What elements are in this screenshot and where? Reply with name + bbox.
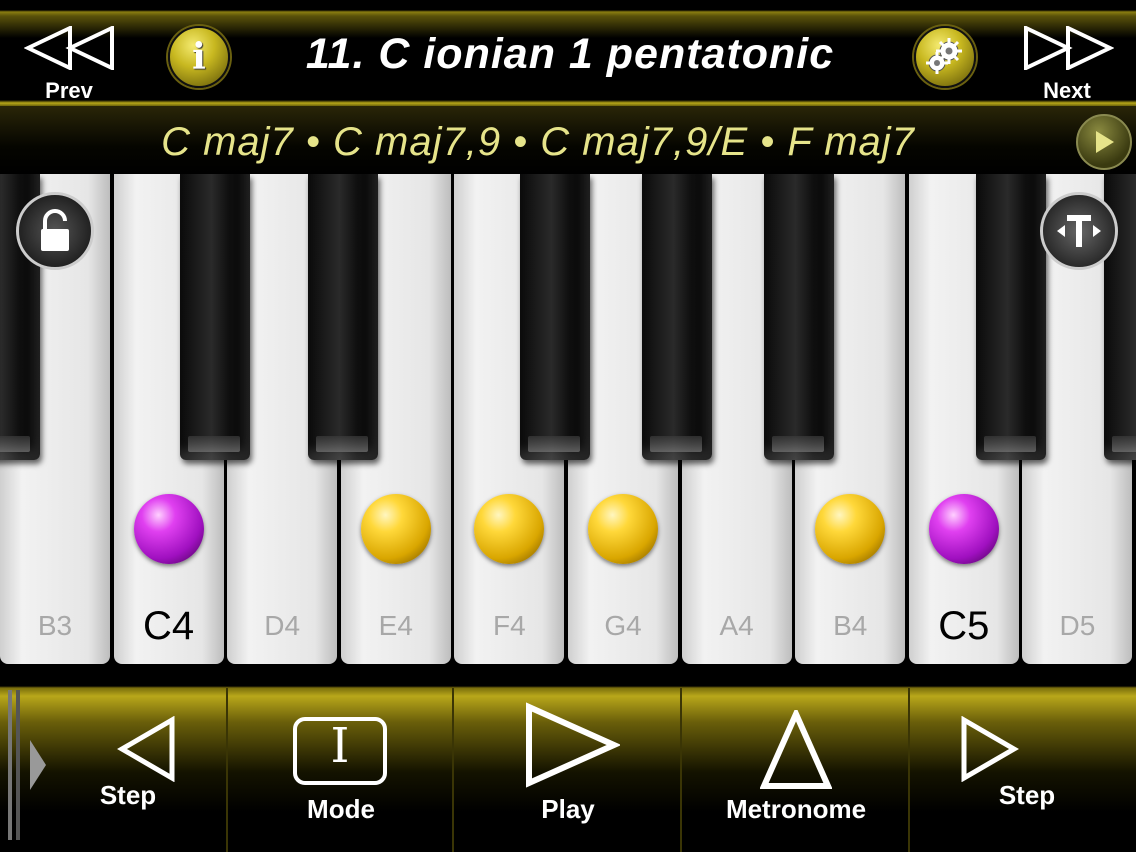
step-back-label: Step — [99, 780, 157, 810]
step-back-icon — [117, 716, 175, 782]
next-label: Next — [1043, 78, 1091, 103]
key-label: D5 — [1059, 610, 1096, 641]
transpose-icon — [1057, 215, 1101, 247]
metronome-icon — [760, 710, 832, 789]
black-key-g-sharp-4[interactable] — [642, 174, 712, 460]
next-button[interactable]: Next — [1012, 22, 1122, 103]
step-forward-label: Step — [998, 780, 1056, 810]
rewind-icon — [24, 26, 114, 70]
header-bar: Prev i 11. C ionian 1 pentatonic Next — [0, 0, 1136, 106]
key-label: F4 — [493, 610, 526, 641]
page-title: 11. C ionian 1 pentatonic — [305, 30, 835, 78]
black-key-f-sharp-4[interactable] — [520, 174, 590, 460]
key-label: D4 — [264, 610, 301, 641]
step-forward-icon — [961, 716, 1019, 782]
gear-icon — [926, 38, 962, 74]
mode-button[interactable]: I Mode — [226, 688, 454, 852]
note-marker-yellow — [360, 494, 431, 564]
note-marker-purple — [928, 494, 999, 564]
bottom-toolbar: Step I Mode Play Metronome Step — [0, 672, 1136, 852]
metronome-label: Metronome — [725, 794, 867, 824]
chord-bar: C maj7 • C maj7,9 • C maj7,9/E • F maj7 — [0, 106, 1136, 174]
black-key-d-sharp-4[interactable] — [308, 174, 378, 460]
key-label: G4 — [604, 610, 642, 641]
prev-label: Prev — [45, 78, 93, 103]
key-label: A4 — [719, 610, 754, 641]
info-icon: i — [192, 36, 206, 78]
drawer-handle-icon — [8, 690, 46, 840]
note-marker-yellow — [474, 494, 545, 564]
play-button[interactable]: Play — [452, 688, 682, 852]
unlock-icon — [41, 209, 69, 251]
transpose-button[interactable] — [1040, 192, 1118, 270]
mode-label: Mode — [307, 794, 375, 824]
black-key-c-sharp-4[interactable] — [180, 174, 250, 460]
drawer-handle[interactable] — [6, 690, 46, 840]
prev-button[interactable]: Prev — [14, 22, 124, 103]
note-marker-yellow — [815, 494, 886, 564]
metronome-button[interactable]: Metronome — [680, 688, 910, 852]
chord-play-button[interactable] — [1076, 114, 1132, 170]
key-label: E4 — [378, 610, 413, 641]
black-key-a-sharp-4[interactable] — [764, 174, 834, 460]
play-icon — [526, 702, 620, 788]
fast-forward-icon — [1024, 26, 1114, 70]
info-button[interactable]: i — [168, 26, 230, 88]
lock-button[interactable] — [16, 192, 94, 270]
play-label: Play — [541, 794, 595, 824]
play-icon — [1096, 131, 1114, 153]
note-marker-yellow — [588, 494, 658, 564]
key-label: C5 — [938, 604, 990, 648]
piano-keyboard: B3 C4 D4 E4 F4 G4 A4 B4 C5 D5 — [0, 174, 1136, 672]
note-marker-purple — [133, 494, 204, 564]
step-back-button[interactable]: Step — [50, 688, 226, 852]
settings-button[interactable] — [914, 26, 976, 88]
key-label: B3 — [37, 610, 73, 641]
key-label: C4 — [143, 604, 195, 648]
black-key-c-sharp-5[interactable] — [976, 174, 1046, 460]
step-forward-button[interactable]: Step — [908, 688, 1136, 852]
mode-glyph: I — [330, 718, 350, 774]
chord-progression: C maj7 • C maj7,9 • C maj7,9/E • F maj7 — [161, 120, 915, 164]
key-label: B4 — [833, 610, 868, 641]
